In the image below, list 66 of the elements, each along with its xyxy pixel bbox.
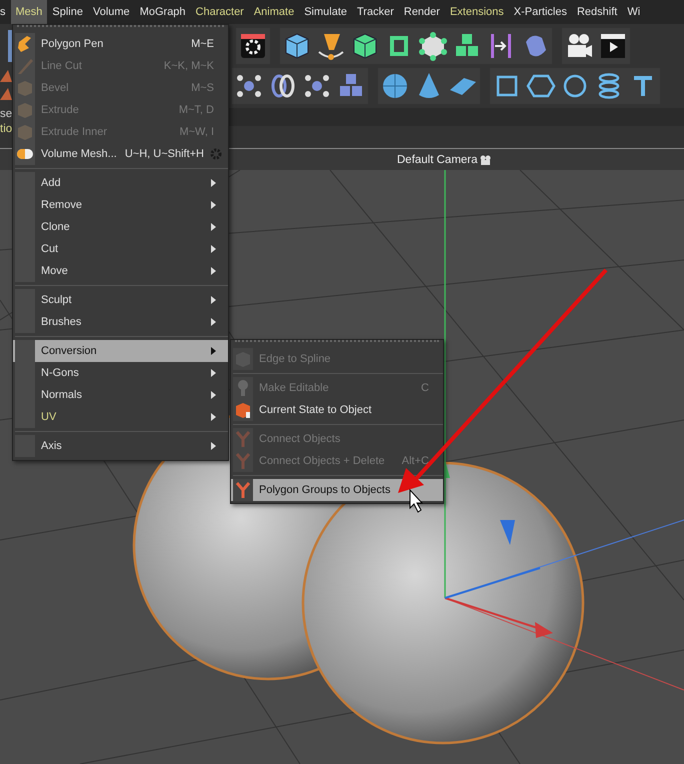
box-icon — [233, 349, 253, 369]
render-settings-icon[interactable] — [236, 28, 270, 64]
menu-item[interactable]: Add — [13, 172, 228, 194]
panel-text: tio — [0, 123, 12, 135]
menu-item[interactable]: UV — [13, 406, 228, 428]
caret-icon — [211, 347, 216, 355]
menu-bar-item[interactable]: Volume — [88, 0, 135, 24]
menu-item[interactable]: Cut — [13, 238, 228, 260]
menu-bar-item[interactable]: Animate — [248, 0, 300, 24]
menu-item[interactable]: Volume Mesh... U~H, U~Shift+H — [13, 143, 228, 165]
caret-icon — [211, 223, 216, 231]
camera-icon[interactable] — [480, 154, 492, 164]
caret-icon — [211, 318, 216, 326]
caret-icon — [211, 442, 216, 450]
menu-bar-item[interactable]: Simulate — [299, 0, 352, 24]
plane-icon[interactable] — [446, 68, 480, 104]
menu-bar-item[interactable]: Wi — [622, 0, 646, 24]
caret-icon — [211, 179, 216, 187]
cube-icon[interactable] — [280, 28, 314, 64]
menu-item[interactable]: Conversion — [13, 340, 228, 362]
fork-icon — [233, 451, 253, 471]
menu-item[interactable]: N-Gons — [13, 362, 228, 384]
menu-bar-item[interactable]: Extensions — [444, 0, 509, 24]
menu-item[interactable]: Move — [13, 260, 228, 282]
cubes-icon[interactable] — [334, 68, 368, 104]
caret-icon — [211, 245, 216, 253]
menu-item[interactable]: Clone — [13, 216, 228, 238]
menu-bar-item[interactable]: Redshift — [572, 0, 622, 24]
box-icon — [15, 78, 35, 98]
menu-item[interactable]: Normals — [13, 384, 228, 406]
menu-bar-item[interactable]: Character — [190, 0, 249, 24]
caret-icon — [211, 413, 216, 421]
camera-icon[interactable] — [562, 28, 596, 64]
menu-item[interactable]: Polygon Pen M~E — [13, 33, 228, 55]
menu-item[interactable]: Sculpt — [13, 289, 228, 311]
viewport-title: Default Camera — [397, 154, 478, 166]
menu-bar-item[interactable]: s — [0, 0, 10, 24]
text-tool-icon[interactable] — [626, 68, 660, 104]
caret-icon — [211, 296, 216, 304]
menu-item[interactable]: Axis — [13, 435, 228, 457]
menu-item[interactable]: Polygon Groups to Objects — [231, 479, 443, 501]
array-icon[interactable] — [232, 68, 266, 104]
menu-bar-item[interactable]: Mesh — [10, 0, 48, 24]
menu-item[interactable]: Current State to Object — [231, 399, 443, 421]
fork-icon — [233, 480, 253, 500]
mouse-cursor-icon — [410, 488, 424, 513]
menu-bar-item[interactable]: Spline — [47, 0, 88, 24]
menu-bar-item[interactable]: X-Particles — [508, 0, 572, 24]
menu-bar-item[interactable]: Render — [398, 0, 445, 24]
menu-bar-item[interactable]: Tracker — [352, 0, 399, 24]
cube-icon — [233, 400, 253, 420]
box-icon — [15, 122, 35, 142]
menu-bar-item[interactable]: MoGraph — [134, 0, 191, 24]
caret-icon — [211, 201, 216, 209]
menu-item[interactable]: Brushes — [13, 311, 228, 333]
fork-icon — [233, 429, 253, 449]
triangle-icon[interactable] — [0, 68, 12, 102]
menu-item[interactable]: Remove — [13, 194, 228, 216]
caret-icon — [211, 369, 216, 377]
clapperboard-icon[interactable] — [596, 28, 630, 64]
knife-icon — [15, 56, 35, 76]
square-icon[interactable] — [490, 68, 524, 104]
box-icon — [15, 100, 35, 120]
caret-icon — [211, 267, 216, 275]
panel-text: se — [0, 108, 12, 120]
caret-icon — [211, 391, 216, 399]
